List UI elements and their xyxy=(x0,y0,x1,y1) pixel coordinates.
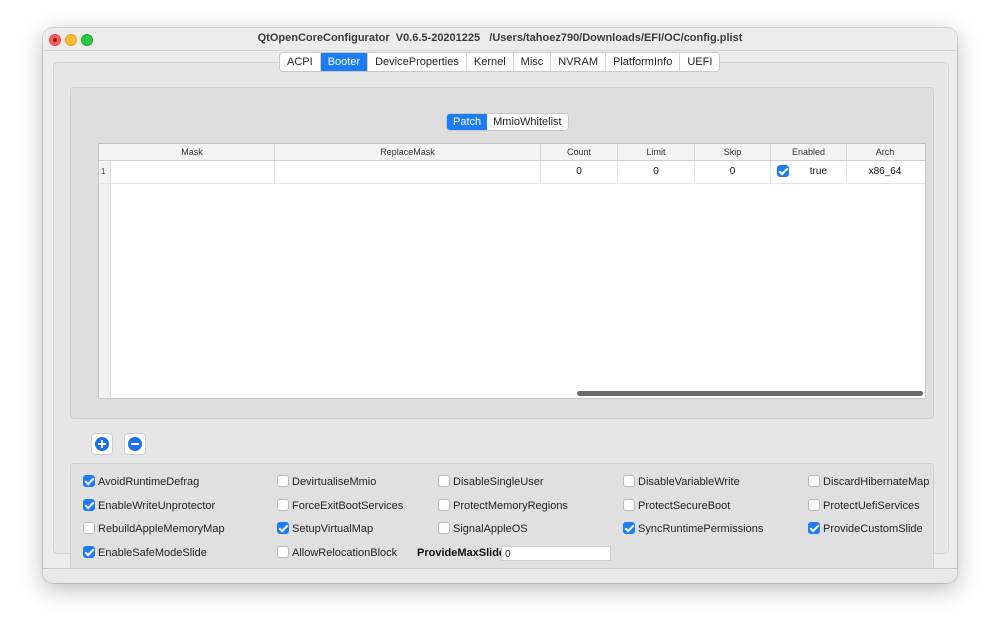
cell-mask[interactable] xyxy=(110,161,275,183)
quirk-discard-hibernate-map[interactable]: DiscardHibernateMap xyxy=(808,475,930,488)
tab-kernel[interactable]: Kernel xyxy=(466,53,514,71)
quirk-setup-virtual-map[interactable]: SetupVirtualMap xyxy=(277,522,374,535)
quirk-label: SetupVirtualMap xyxy=(292,523,374,535)
quirk-disable-variable-write[interactable]: DisableVariableWrite xyxy=(623,475,740,488)
quirk-label: EnableWriteUnprotector xyxy=(98,500,216,512)
quirk-label: SignalAppleOS xyxy=(453,523,528,535)
quirk-label: DisableSingleUser xyxy=(453,476,544,488)
enabled-value: true xyxy=(809,166,828,177)
provide-max-slide-input[interactable]: 0 xyxy=(501,546,611,561)
quirk-label: RebuildAppleMemoryMap xyxy=(98,523,225,535)
row-number-gutter xyxy=(99,161,111,398)
checkbox[interactable] xyxy=(83,499,95,512)
quirk-avoid-runtime-defrag[interactable]: AvoidRuntimeDefrag xyxy=(83,475,200,488)
checkbox[interactable] xyxy=(277,499,289,512)
column-header-skip[interactable]: Skip xyxy=(695,144,771,160)
cell-enabled[interactable]: true xyxy=(771,161,847,183)
checkbox[interactable] xyxy=(277,522,289,535)
quirk-signal-apple-os[interactable]: SignalAppleOS xyxy=(438,522,528,535)
patch-table[interactable]: Mask ReplaceMask Count Limit Skip Enable… xyxy=(98,143,926,399)
quirk-allow-relocation-block[interactable]: AllowRelocationBlock xyxy=(277,546,398,559)
subtab-mmiowhitelist[interactable]: MmioWhitelist xyxy=(487,114,567,130)
quirk-label: ProtectUefiServices xyxy=(823,500,920,512)
cell-skip[interactable]: 0 xyxy=(695,161,771,183)
quirk-protect-uefi-services[interactable]: ProtectUefiServices xyxy=(808,499,920,512)
provide-max-slide-label: ProvideMaxSlide xyxy=(417,547,506,559)
booter-quirks-panel: AvoidRuntimeDefrag DevirtualiseMmio Disa… xyxy=(70,463,934,571)
remove-row-button[interactable] xyxy=(124,433,146,455)
column-header-arch[interactable]: Arch xyxy=(847,144,923,160)
checkbox[interactable] xyxy=(83,475,95,488)
quirk-label: SyncRuntimePermissions xyxy=(638,523,764,535)
checkbox[interactable] xyxy=(83,522,95,535)
row-number: 1 xyxy=(101,167,106,176)
quirk-provide-custom-slide[interactable]: ProvideCustomSlide xyxy=(808,522,923,535)
quirk-label: DisableVariableWrite xyxy=(638,476,740,488)
quirk-label: ProtectMemoryRegions xyxy=(453,500,568,512)
quirk-label: ProtectSecureBoot xyxy=(638,500,731,512)
cell-limit[interactable]: 0 xyxy=(618,161,695,183)
cell-arch[interactable]: x86_64 xyxy=(847,161,923,183)
tab-deviceproperties[interactable]: DeviceProperties xyxy=(368,53,467,71)
quirk-label: AvoidRuntimeDefrag xyxy=(98,476,200,488)
booter-subtabs: Patch MmioWhitelist xyxy=(446,113,569,131)
column-header-mask[interactable]: Mask xyxy=(110,144,275,160)
quirk-label: ForceExitBootServices xyxy=(292,500,404,512)
title-bar: QtOpenCoreConfigurator V0.6.5-20201225 /… xyxy=(43,28,957,51)
window-title: QtOpenCoreConfigurator V0.6.5-20201225 /… xyxy=(257,32,743,44)
cell-replacemask[interactable] xyxy=(275,161,541,183)
tab-uefi[interactable]: UEFI xyxy=(680,53,720,71)
checkbox[interactable] xyxy=(808,475,820,488)
minus-circle-icon xyxy=(128,437,142,451)
tab-nvram[interactable]: NVRAM xyxy=(551,53,607,71)
checkbox[interactable] xyxy=(438,522,450,535)
table-header: Mask ReplaceMask Count Limit Skip Enable… xyxy=(99,144,925,161)
tab-misc[interactable]: Misc xyxy=(513,53,552,71)
checkbox[interactable] xyxy=(438,475,450,488)
checkbox[interactable] xyxy=(277,546,289,559)
column-header-count[interactable]: Count xyxy=(541,144,618,160)
checkbox[interactable] xyxy=(277,475,289,488)
tab-acpi[interactable]: ACPI xyxy=(280,53,321,71)
checkbox[interactable] xyxy=(623,522,635,535)
checkbox[interactable] xyxy=(808,522,820,535)
booter-panel: Patch MmioWhitelist Mask ReplaceMask Cou… xyxy=(53,62,949,571)
checkbox[interactable] xyxy=(438,499,450,512)
quirk-label: DiscardHibernateMap xyxy=(823,476,930,488)
quirk-label: AllowRelocationBlock xyxy=(292,547,398,559)
app-window: QtOpenCoreConfigurator V0.6.5-20201225 /… xyxy=(43,28,957,583)
quirk-disable-single-user[interactable]: DisableSingleUser xyxy=(438,475,544,488)
column-header-enabled[interactable]: Enabled xyxy=(771,144,847,160)
quirk-protect-secure-boot[interactable]: ProtectSecureBoot xyxy=(623,499,731,512)
enabled-checkbox[interactable] xyxy=(777,165,789,178)
add-row-button[interactable] xyxy=(91,433,113,455)
column-header-limit[interactable]: Limit xyxy=(618,144,695,160)
quirk-sync-runtime-permissions[interactable]: SyncRuntimePermissions xyxy=(623,522,764,535)
quirk-enable-write-unprotector[interactable]: EnableWriteUnprotector xyxy=(83,499,216,512)
column-header-replacemask[interactable]: ReplaceMask xyxy=(275,144,541,160)
quirk-rebuild-apple-memory-map[interactable]: RebuildAppleMemoryMap xyxy=(83,522,225,535)
table-row[interactable]: 1 0 0 0 true x86_64 xyxy=(99,161,925,184)
checkbox[interactable] xyxy=(808,499,820,512)
status-bar xyxy=(43,568,957,583)
plus-circle-icon xyxy=(95,437,109,451)
quirk-label: ProvideCustomSlide xyxy=(823,523,923,535)
cell-count[interactable]: 0 xyxy=(541,161,618,183)
quirk-force-exit-boot-services[interactable]: ForceExitBootServices xyxy=(277,499,404,512)
main-tabbar: ACPI Booter DeviceProperties Kernel Misc… xyxy=(279,52,721,72)
quirk-protect-memory-regions[interactable]: ProtectMemoryRegions xyxy=(438,499,568,512)
tab-platforminfo[interactable]: PlatformInfo xyxy=(606,53,681,71)
tab-booter[interactable]: Booter xyxy=(320,53,369,71)
checkbox[interactable] xyxy=(623,475,635,488)
quirk-label: DevirtualiseMmio xyxy=(292,476,377,488)
subtab-patch[interactable]: Patch xyxy=(447,114,488,130)
horizontal-scrollbar[interactable] xyxy=(577,391,923,396)
checkbox[interactable] xyxy=(623,499,635,512)
quirk-label: EnableSafeModeSlide xyxy=(98,547,207,559)
quirk-devirtualise-mmio[interactable]: DevirtualiseMmio xyxy=(277,475,377,488)
quirk-enable-safe-mode-slide[interactable]: EnableSafeModeSlide xyxy=(83,546,207,559)
checkbox[interactable] xyxy=(83,546,95,559)
